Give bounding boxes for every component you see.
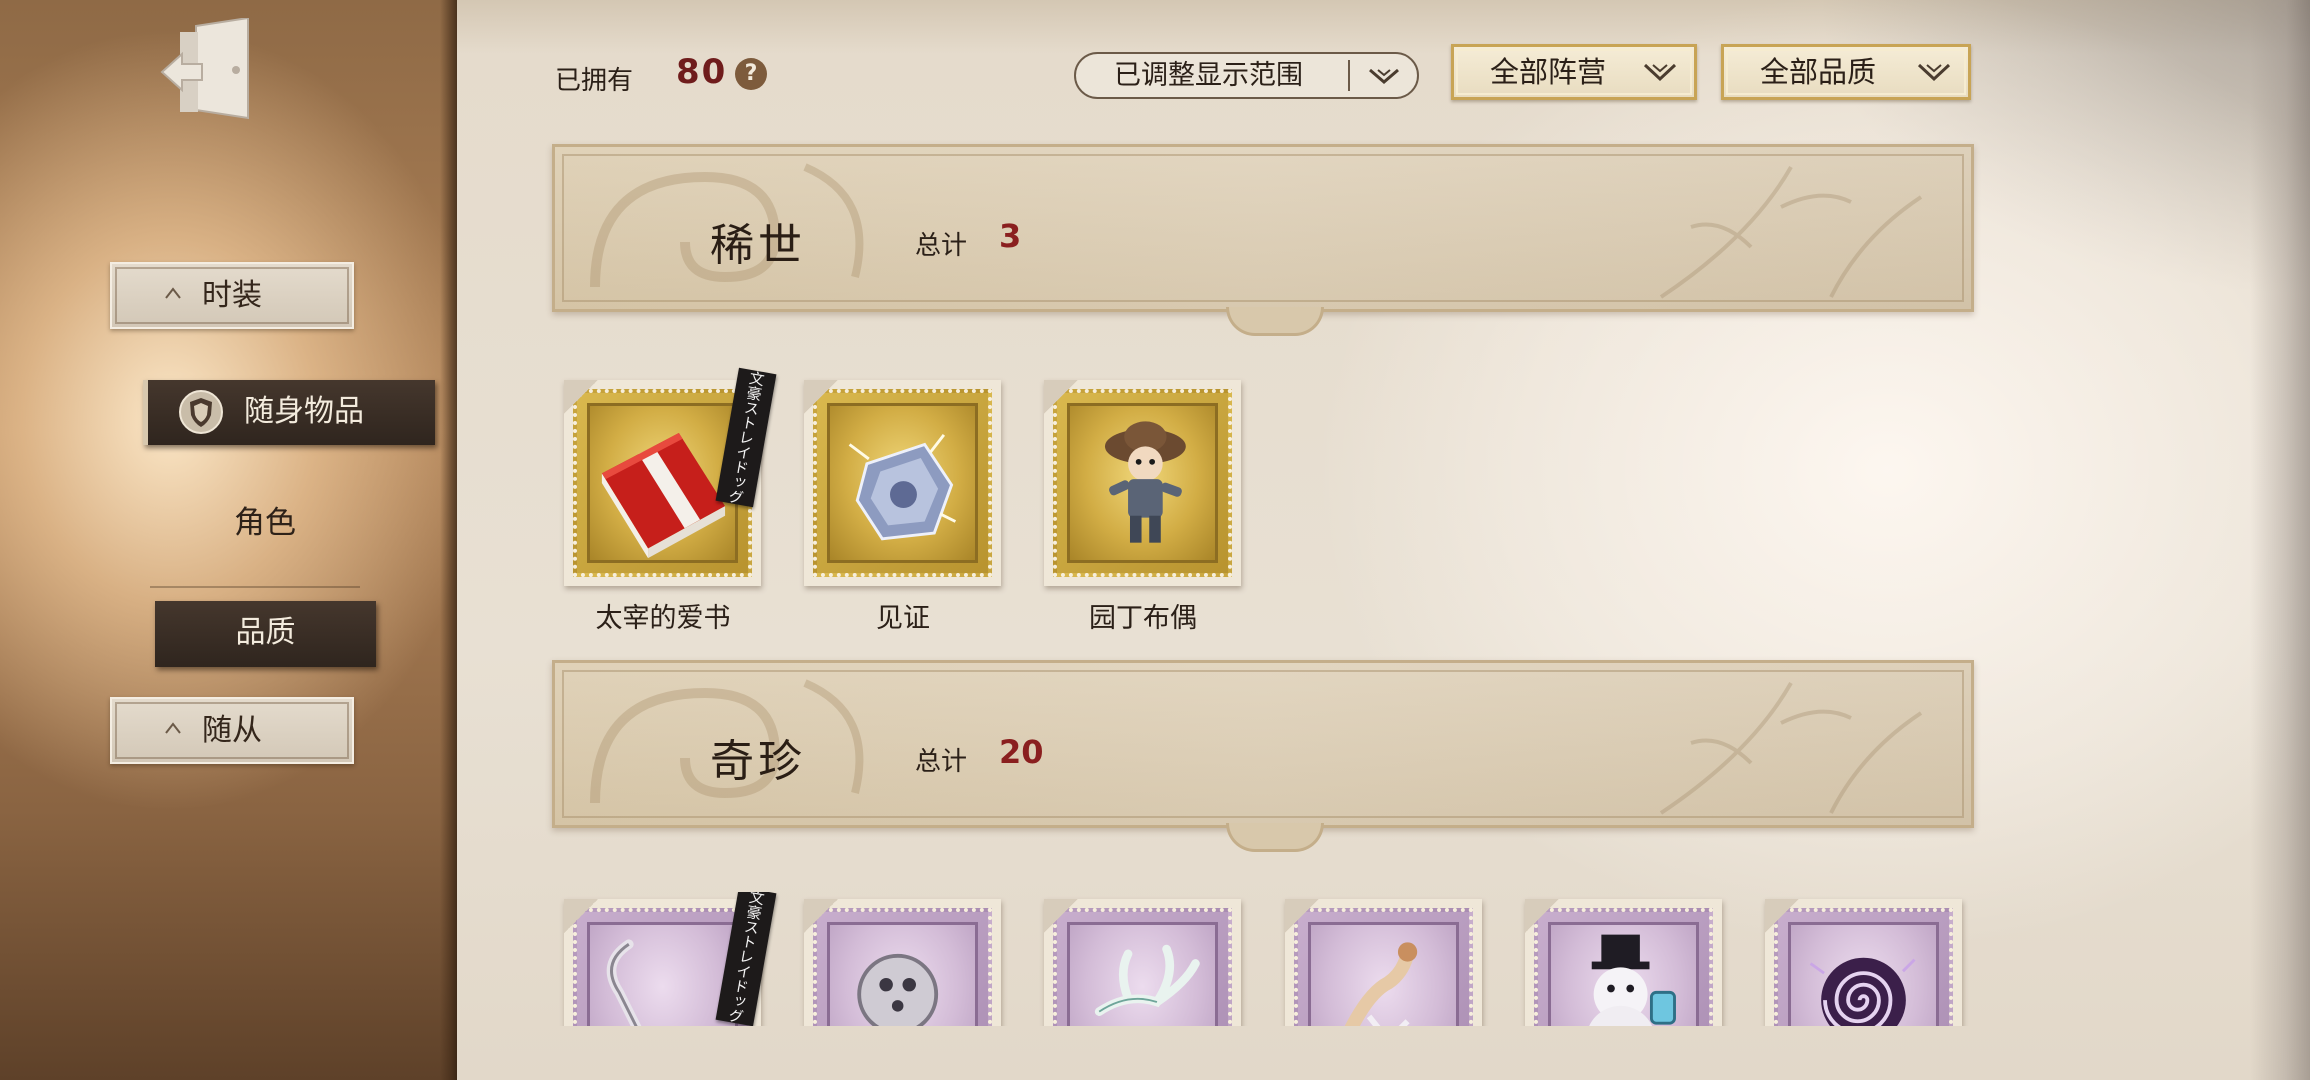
hand-figure-icon — [1344, 942, 1418, 1026]
tab-fashion-label: 时装 — [202, 278, 262, 313]
page-curl — [2250, 0, 2310, 1080]
item-name: 园丁布偶 — [1089, 603, 1197, 634]
tag-caret-icon — [165, 287, 181, 299]
stamp-inner — [587, 922, 738, 1026]
chevron-down-icon — [1643, 63, 1677, 82]
stamp-inner — [1067, 403, 1218, 563]
tab-carried-items[interactable]: 随身物品 — [143, 380, 435, 445]
stamp-frame — [1774, 908, 1953, 1026]
tab-fashion[interactable]: 时装 — [110, 262, 354, 329]
tab-follower-label: 随从 — [202, 713, 262, 748]
item-name: 太宰的爱书 — [595, 603, 731, 634]
sidebar-divider — [150, 586, 360, 588]
gardener-doll-icon — [1104, 421, 1186, 543]
item-card[interactable]: 文豪ストレイドッグス — [564, 367, 777, 586]
display-range-dropdown[interactable]: 已调整显示范围 — [1074, 52, 1419, 99]
silver-crystal-icon — [848, 433, 957, 541]
stamp-frame — [813, 389, 992, 577]
shield-icon — [179, 390, 223, 434]
question-icon[interactable]: ? — [735, 58, 767, 90]
banner-tab — [1226, 823, 1324, 852]
tag-caret-icon — [165, 722, 181, 734]
section-header-rare: 稀世 总计 3 — [552, 144, 1974, 336]
section-total-label: 总计 — [915, 231, 968, 261]
stamp-inner — [1067, 922, 1218, 1026]
quality-filter-label: 全部品质 — [1760, 55, 1877, 89]
tab-quality-label: 品质 — [235, 615, 296, 650]
chevron-down-icon — [1917, 63, 1951, 82]
item-name: 见证 — [876, 603, 930, 634]
camp-filter-dropdown[interactable]: 全部阵营 — [1451, 44, 1697, 100]
stamp-frame — [1053, 908, 1232, 1026]
silver-hook-icon — [606, 939, 642, 1026]
banner-tab — [1226, 307, 1324, 336]
stamp-inner — [827, 403, 978, 563]
exit-button[interactable] — [158, 16, 258, 126]
item-card[interactable] — [1765, 899, 1962, 1026]
tab-carried-items-label: 随身物品 — [244, 394, 364, 429]
tab-role[interactable]: 角色 — [160, 500, 370, 546]
stamp-frame — [1534, 908, 1713, 1026]
snowman-tophat-icon — [1589, 934, 1676, 1026]
stamp-inner — [1548, 922, 1699, 1026]
section-title: 奇珍 — [710, 736, 806, 787]
item-card[interactable] — [804, 899, 1001, 1026]
item-card[interactable] — [1525, 899, 1722, 1026]
purple-spiral-icon — [1809, 957, 1916, 1026]
camp-filter-label: 全部阵营 — [1490, 55, 1607, 89]
owned-label: 已拥有 — [555, 66, 634, 96]
chevron-down-icon — [1369, 68, 1399, 84]
quality-filter-dropdown[interactable]: 全部品质 — [1721, 44, 1971, 100]
stamp-inner — [1788, 922, 1939, 1026]
owned-count: 80 — [676, 52, 728, 92]
stamp-frame — [813, 908, 992, 1026]
stamp-inner — [587, 403, 738, 563]
exit-door-icon — [160, 16, 249, 120]
dropdown-separator — [1348, 60, 1350, 91]
stamp-inner — [1308, 922, 1459, 1026]
section-header-precious: 奇珍 总计 20 — [552, 660, 1974, 852]
section-title: 稀世 — [710, 220, 806, 271]
item-card[interactable]: 文豪ストレイドッグス — [564, 892, 777, 1026]
item-card[interactable] — [1285, 899, 1482, 1026]
item-card[interactable] — [804, 380, 1001, 586]
silver-medallion-icon — [857, 953, 939, 1026]
plant-ornament — [1659, 682, 1923, 815]
display-range-label: 已调整显示范围 — [1114, 60, 1303, 91]
plant-ornament — [1659, 166, 1923, 299]
section-total-count: 20 — [999, 733, 1044, 771]
antler-icon — [1094, 944, 1200, 1016]
section-total-count: 3 — [999, 217, 1022, 255]
red-book-icon — [601, 432, 726, 559]
section-total-label: 总计 — [915, 747, 968, 777]
item-card[interactable] — [1044, 899, 1241, 1026]
stamp-frame — [1053, 389, 1232, 577]
stamp-inner — [827, 922, 978, 1026]
stamp-frame — [1294, 908, 1473, 1026]
item-grid-row: 文豪ストレイドッグス — [552, 892, 1982, 1026]
item-card[interactable] — [1044, 380, 1241, 586]
tab-quality[interactable]: 品质 — [155, 601, 376, 667]
tab-follower[interactable]: 随从 — [110, 697, 354, 764]
